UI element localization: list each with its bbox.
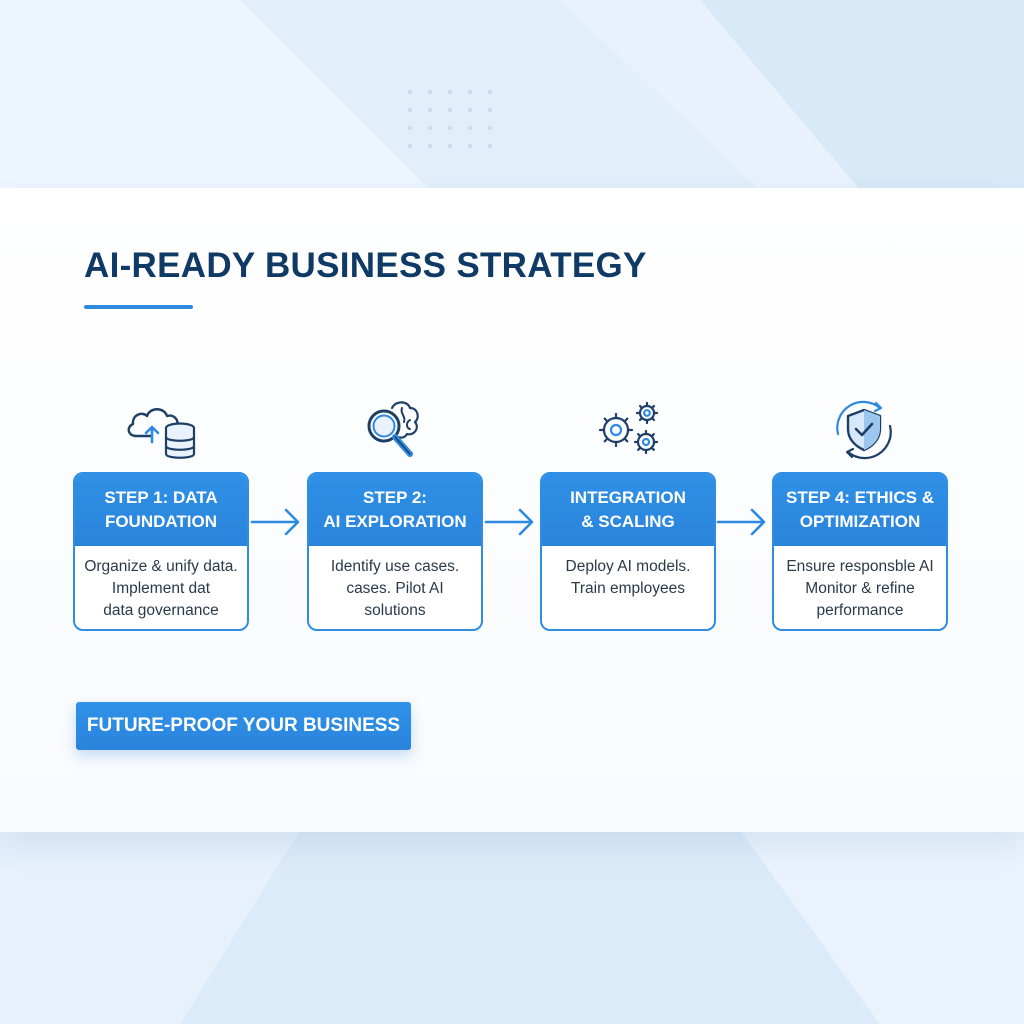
step-2-description: Identify use cases. cases. Pilot AI solu… — [309, 546, 481, 622]
step-2-description-line: Identify use cases. — [330, 558, 460, 575]
arrow-right-icon — [716, 502, 768, 542]
step-3-heading-line: INTEGRATION — [570, 488, 686, 507]
background-bottom-shapes — [0, 830, 1024, 1024]
step-card-3: INTEGRATION & SCALING Deploy AI models. T… — [540, 472, 716, 631]
step-4-description-line: Monitor & refine — [805, 580, 915, 597]
step-1-description-line: Implement dat — [111, 580, 211, 597]
step-card-1: STEP 1: DATA FOUNDATION Organize & unify … — [73, 472, 249, 631]
gears-icon — [590, 396, 670, 464]
page-title: AI-READY BUSINESS STRATEGY — [84, 246, 647, 285]
step-1-heading: STEP 1: DATA FOUNDATION — [75, 474, 247, 546]
step-4-heading-line: OPTIMIZATION — [799, 512, 921, 531]
step-2-heading-line: AI EXPLORATION — [323, 512, 467, 531]
step-2-heading-line: STEP 2: — [363, 488, 427, 507]
step-1-description-line: Organize & unify data. — [84, 558, 238, 575]
step-1-description-line: data governance — [103, 602, 219, 619]
step-1-heading-line: FOUNDATION — [104, 512, 218, 531]
step-3-description-line: Train employees — [570, 580, 685, 597]
strategy-card: AI-READY BUSINESS STRATEGY STEP 1: DATA … — [0, 188, 1024, 832]
step-card-4: STEP 4: ETHICS & OPTIMIZATION Ensure resp… — [772, 472, 948, 631]
arrow-right-icon — [250, 502, 302, 542]
shield-check-icon — [824, 396, 904, 464]
arrow-right-icon — [484, 502, 536, 542]
step-1-heading-line: STEP 1: DATA — [104, 488, 218, 507]
step-2-description-line: solutions — [364, 602, 426, 619]
title-underline — [84, 305, 193, 309]
step-2-description-line: cases. Pilot AI — [346, 580, 444, 597]
step-3-heading: INTEGRATION & SCALING — [542, 474, 714, 546]
step-3-heading-line: & SCALING — [581, 512, 675, 531]
step-4-heading: STEP 4: ETHICS & OPTIMIZATION — [774, 474, 946, 546]
magnifier-brain-icon — [356, 396, 436, 464]
step-4-description-line: Ensure responsble AI — [786, 558, 934, 575]
step-card-2: STEP 2: AI EXPLORATION Identify use cases… — [307, 472, 483, 631]
step-3-description-line: Deploy AI models. — [565, 558, 691, 575]
step-4-description: Ensure responsble AI Monitor & refine pe… — [774, 546, 946, 622]
background-top-shapes — [0, 0, 1024, 190]
step-4-heading-line: STEP 4: ETHICS & — [786, 488, 934, 507]
step-1-description: Organize & unify data. Implement dat dat… — [75, 546, 247, 622]
future-proof-button[interactable]: FUTURE-PROOF YOUR BUSINESS — [76, 702, 411, 750]
step-4-description-line: performance — [816, 602, 904, 619]
decorative-dot-grid — [407, 89, 493, 149]
step-3-description: Deploy AI models. Train employees — [542, 546, 714, 600]
step-2-heading: STEP 2: AI EXPLORATION — [309, 474, 481, 546]
cloud-database-icon — [122, 396, 202, 464]
